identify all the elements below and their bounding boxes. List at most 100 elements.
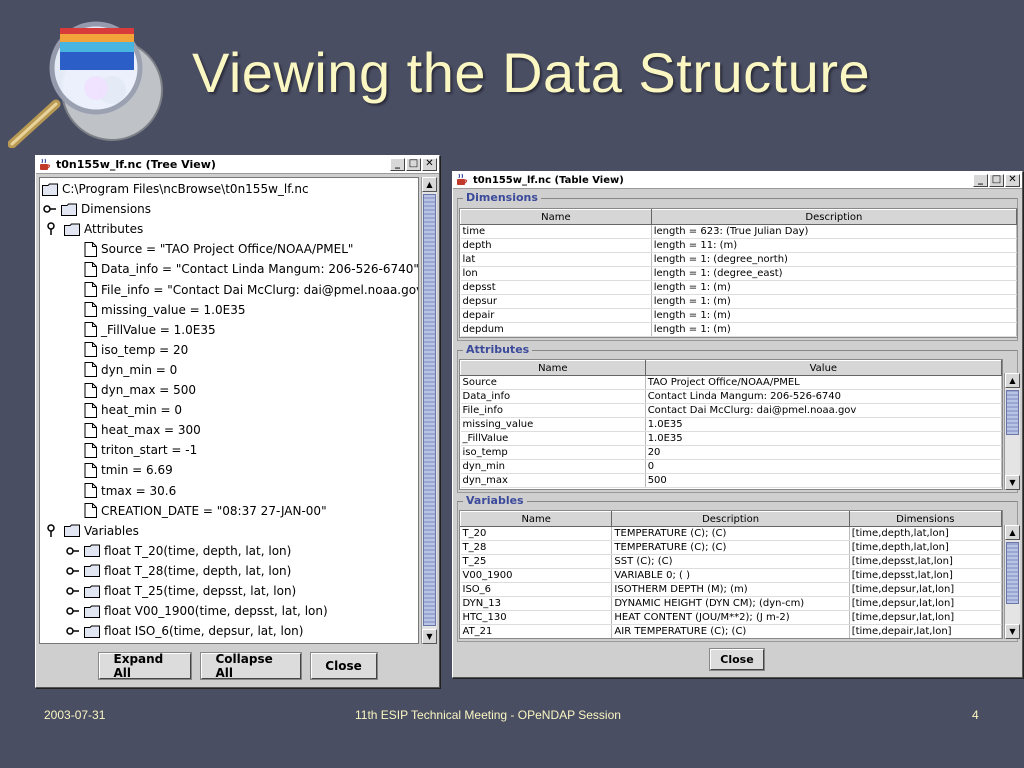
table-row[interactable]: DYN_13 DYNAMIC HEIGHT (DYN CM); (dyn-cm)[…	[460, 596, 1002, 611]
table-row[interactable]: V00_1900 VARIABLE 0; ( ) [time,depsst,lat,…	[460, 568, 1002, 583]
column-header[interactable]: Description	[650, 209, 1017, 225]
tree-node[interactable]: Dimensions	[43, 199, 151, 219]
tree-node[interactable]: float V00_1900(time, depsst, lat, lon)	[66, 601, 328, 621]
table-cell[interactable]: iso_temp	[460, 445, 646, 460]
table-cell[interactable]: depsur	[460, 294, 652, 309]
scroll-up-arrow-icon[interactable]: ▲	[422, 177, 437, 192]
table-cell[interactable]: DYN_13	[460, 596, 613, 611]
attributes-table[interactable]: Name Value Source TAO Project Office/NOAA…	[459, 359, 1003, 490]
minimize-button[interactable]: _	[973, 173, 988, 187]
tree-node[interactable]: Attributes	[46, 219, 143, 239]
table-cell[interactable]: lon	[460, 266, 652, 281]
tree-node[interactable]: iso_temp = 20	[84, 340, 188, 360]
table-cell[interactable]: ISOTHERM DEPTH (M); (m)	[611, 582, 850, 597]
scroll-down-arrow-icon[interactable]: ▼	[422, 629, 437, 644]
table-cell[interactable]: VARIABLE 0; ( )	[611, 568, 850, 583]
table-row[interactable]: ISO_6 ISOTHERM DEPTH (M); (m) [time,depsur…	[460, 582, 1002, 597]
collapsed-handle-icon[interactable]	[66, 606, 80, 616]
tree-node[interactable]: dyn_min = 0	[84, 360, 177, 380]
table-cell[interactable]: length = 1: (degree_east)	[651, 266, 1017, 281]
table-cell[interactable]: TEMPERATURE (C); (C)	[611, 540, 850, 555]
scroll-up-arrow-icon[interactable]: ▲	[1005, 525, 1020, 540]
tree-view-window[interactable]: t0n155w_lf.nc (Tree View) _ □ ✕ C:\Progr…	[35, 155, 440, 688]
table-cell[interactable]: Contact Dai McClurg: dai@pmel.noaa.gov	[645, 403, 1002, 418]
column-header[interactable]: Name	[460, 511, 613, 527]
table-cell[interactable]: SST (C); (C)	[611, 554, 850, 569]
table-cell[interactable]: V00_1900	[460, 568, 613, 583]
tree-node[interactable]: triton_start = -1	[84, 440, 197, 460]
table-view-window[interactable]: t0n155w_lf.nc (Table View) _ □ ✕ Dimensi…	[452, 171, 1023, 678]
tree-node[interactable]: float T_28(time, depth, lat, lon)	[66, 561, 291, 581]
tree-node[interactable]: float T_20(time, depth, lat, lon)	[66, 541, 291, 561]
scroll-thumb[interactable]	[423, 194, 436, 626]
table-cell[interactable]: [time,depsst,lat,lon]	[849, 568, 1002, 583]
table-cell[interactable]: 0	[645, 459, 1002, 474]
table-row[interactable]: depth length = 11: (m)	[460, 238, 1017, 253]
scroll-thumb[interactable]	[1006, 390, 1019, 435]
table-cell[interactable]: T_20	[460, 526, 613, 541]
table-cell[interactable]: DYNAMIC HEIGHT (DYN CM); (dyn-cm)	[611, 596, 850, 611]
tree-node[interactable]: float DYN_13(time, depsur, lat, lon)	[66, 641, 315, 643]
table-cell[interactable]: length = 1: (m)	[651, 280, 1017, 295]
table-cell[interactable]: dyn_min	[460, 459, 646, 474]
maximize-button[interactable]: □	[989, 173, 1004, 187]
collapse-all-button[interactable]: Collapse All	[199, 652, 302, 680]
collapsed-handle-icon[interactable]	[66, 626, 80, 636]
attributes-scrollbar[interactable]: ▲ ▼	[1004, 373, 1020, 490]
table-cell[interactable]: [time,depth,lat,lon]	[849, 526, 1002, 541]
table-cell[interactable]: T_28	[460, 540, 613, 555]
tree-view-titlebar[interactable]: t0n155w_lf.nc (Tree View) _ □ ✕	[36, 156, 439, 174]
table-cell[interactable]: [time,depth,lat,lon]	[849, 540, 1002, 555]
column-header[interactable]: Name	[460, 360, 646, 376]
close-window-button[interactable]: ✕	[1005, 173, 1020, 187]
tree-node[interactable]: CREATION_DATE = "08:37 27-JAN-00"	[84, 501, 327, 521]
table-cell[interactable]: missing_value	[460, 417, 646, 432]
close-button[interactable]: Close	[709, 648, 765, 671]
scroll-up-arrow-icon[interactable]: ▲	[1005, 373, 1020, 388]
table-row[interactable]: Source TAO Project Office/NOAA/PMEL	[460, 375, 1002, 390]
table-cell[interactable]: length = 11: (m)	[651, 238, 1017, 253]
table-view-titlebar[interactable]: t0n155w_lf.nc (Table View) _ □ ✕	[453, 172, 1022, 189]
table-cell[interactable]: HEAT CONTENT (JOU/M**2); (J m-2)	[611, 610, 850, 625]
tree-node[interactable]: C:\Program Files\ncBrowse\t0n155w_lf.nc	[42, 179, 309, 199]
table-row[interactable]: lon length = 1: (degree_east)	[460, 266, 1017, 281]
table-row[interactable]: T_25 SST (C); (C) [time,depsst,lat,lon]	[460, 554, 1002, 569]
tree-node[interactable]: heat_max = 300	[84, 420, 201, 440]
table-cell[interactable]: Contact Linda Mangum: 206-526-6740	[645, 389, 1002, 404]
collapsed-handle-icon[interactable]	[66, 566, 80, 576]
table-cell[interactable]: depair	[460, 308, 652, 323]
tree-node[interactable]: Data_info = "Contact Linda Mangum: 206-5…	[84, 259, 418, 279]
table-row[interactable]: Data_info Contact Linda Mangum: 206-526-6…	[460, 389, 1002, 404]
collapsed-handle-icon[interactable]	[66, 586, 80, 596]
column-header[interactable]: Value	[644, 360, 1002, 376]
table-cell[interactable]: HTC_130	[460, 610, 613, 625]
table-cell[interactable]: [time,depsst,lat,lon]	[849, 554, 1002, 569]
tree-node[interactable]: heat_min = 0	[84, 400, 182, 420]
table-cell[interactable]: ISO_6	[460, 582, 613, 597]
table-row[interactable]: lat length = 1: (degree_north)	[460, 252, 1017, 267]
table-cell[interactable]: length = 1: (m)	[651, 308, 1017, 323]
close-window-button[interactable]: ✕	[422, 158, 437, 171]
table-cell[interactable]: TEMPERATURE (C); (C)	[611, 526, 850, 541]
collapsed-handle-icon[interactable]	[43, 204, 57, 214]
table-cell[interactable]: depsst	[460, 280, 652, 295]
expand-all-button[interactable]: Expand All	[97, 652, 192, 680]
table-cell[interactable]: AT_21	[460, 624, 613, 638]
table-cell[interactable]: 1.0E35	[645, 431, 1002, 446]
tree-node[interactable]: float T_25(time, depsst, lat, lon)	[66, 581, 296, 601]
table-cell[interactable]: 500	[645, 473, 1002, 488]
table-row[interactable]: depdum length = 1: (m)	[460, 322, 1017, 337]
tree-node[interactable]: _FillValue = 1.0E35	[84, 320, 216, 340]
table-cell[interactable]: length = 1: (degree_north)	[651, 252, 1017, 267]
table-row[interactable]: File_info Contact Dai McClurg: dai@pmel.n…	[460, 403, 1002, 418]
scroll-down-arrow-icon[interactable]: ▼	[1005, 624, 1020, 639]
dimensions-table[interactable]: Name Description time length = 623: (True…	[459, 208, 1018, 338]
variables-table[interactable]: Name Description Dimensions T_20 TEMPERAT…	[459, 510, 1003, 639]
table-cell[interactable]: AIR TEMPERATURE (C); (C)	[611, 624, 850, 638]
table-row[interactable]: depsur length = 1: (m)	[460, 294, 1017, 309]
column-header[interactable]: Dimensions	[848, 511, 1002, 527]
tree-node[interactable]: missing_value = 1.0E35	[84, 300, 245, 320]
table-row[interactable]: depair length = 1: (m)	[460, 308, 1017, 323]
scroll-down-arrow-icon[interactable]: ▼	[1005, 475, 1020, 490]
table-cell[interactable]: depdum	[460, 322, 652, 337]
